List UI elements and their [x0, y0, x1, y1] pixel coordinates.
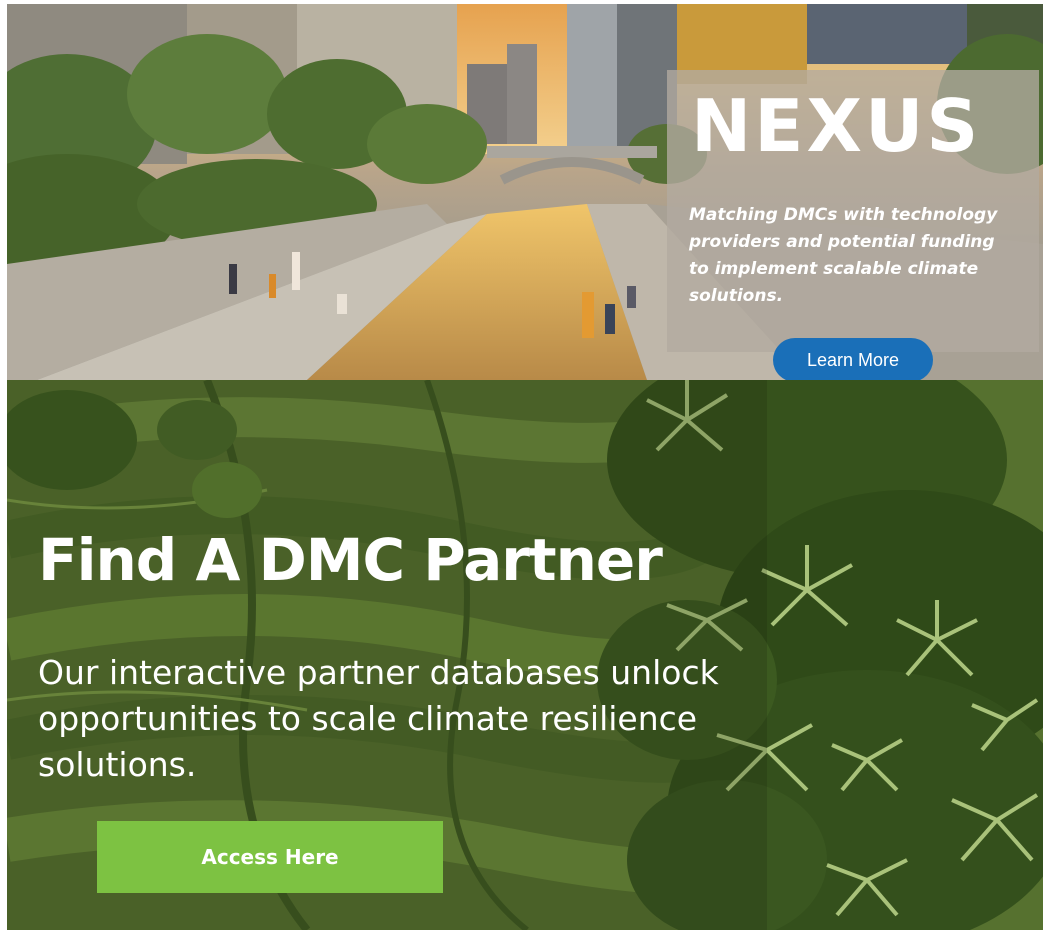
page-frame: NEXUS Matching DMCs with technology prov…: [7, 4, 1043, 930]
nexus-title: NEXUS: [691, 84, 982, 168]
nexus-hero: NEXUS Matching DMCs with technology prov…: [7, 4, 1043, 380]
dmc-partner-hero: Find A DMC Partner Our interactive partn…: [7, 380, 1043, 930]
nexus-card: NEXUS Matching DMCs with technology prov…: [667, 70, 1039, 380]
access-here-button[interactable]: Access Here: [97, 821, 443, 893]
dmc-subtitle: Our interactive partner databases unlock…: [38, 653, 719, 784]
learn-more-button[interactable]: Learn More: [773, 338, 933, 380]
dmc-title: Find A DMC Partner: [38, 526, 663, 594]
nexus-description: Matching DMCs with technology providers …: [689, 205, 998, 306]
